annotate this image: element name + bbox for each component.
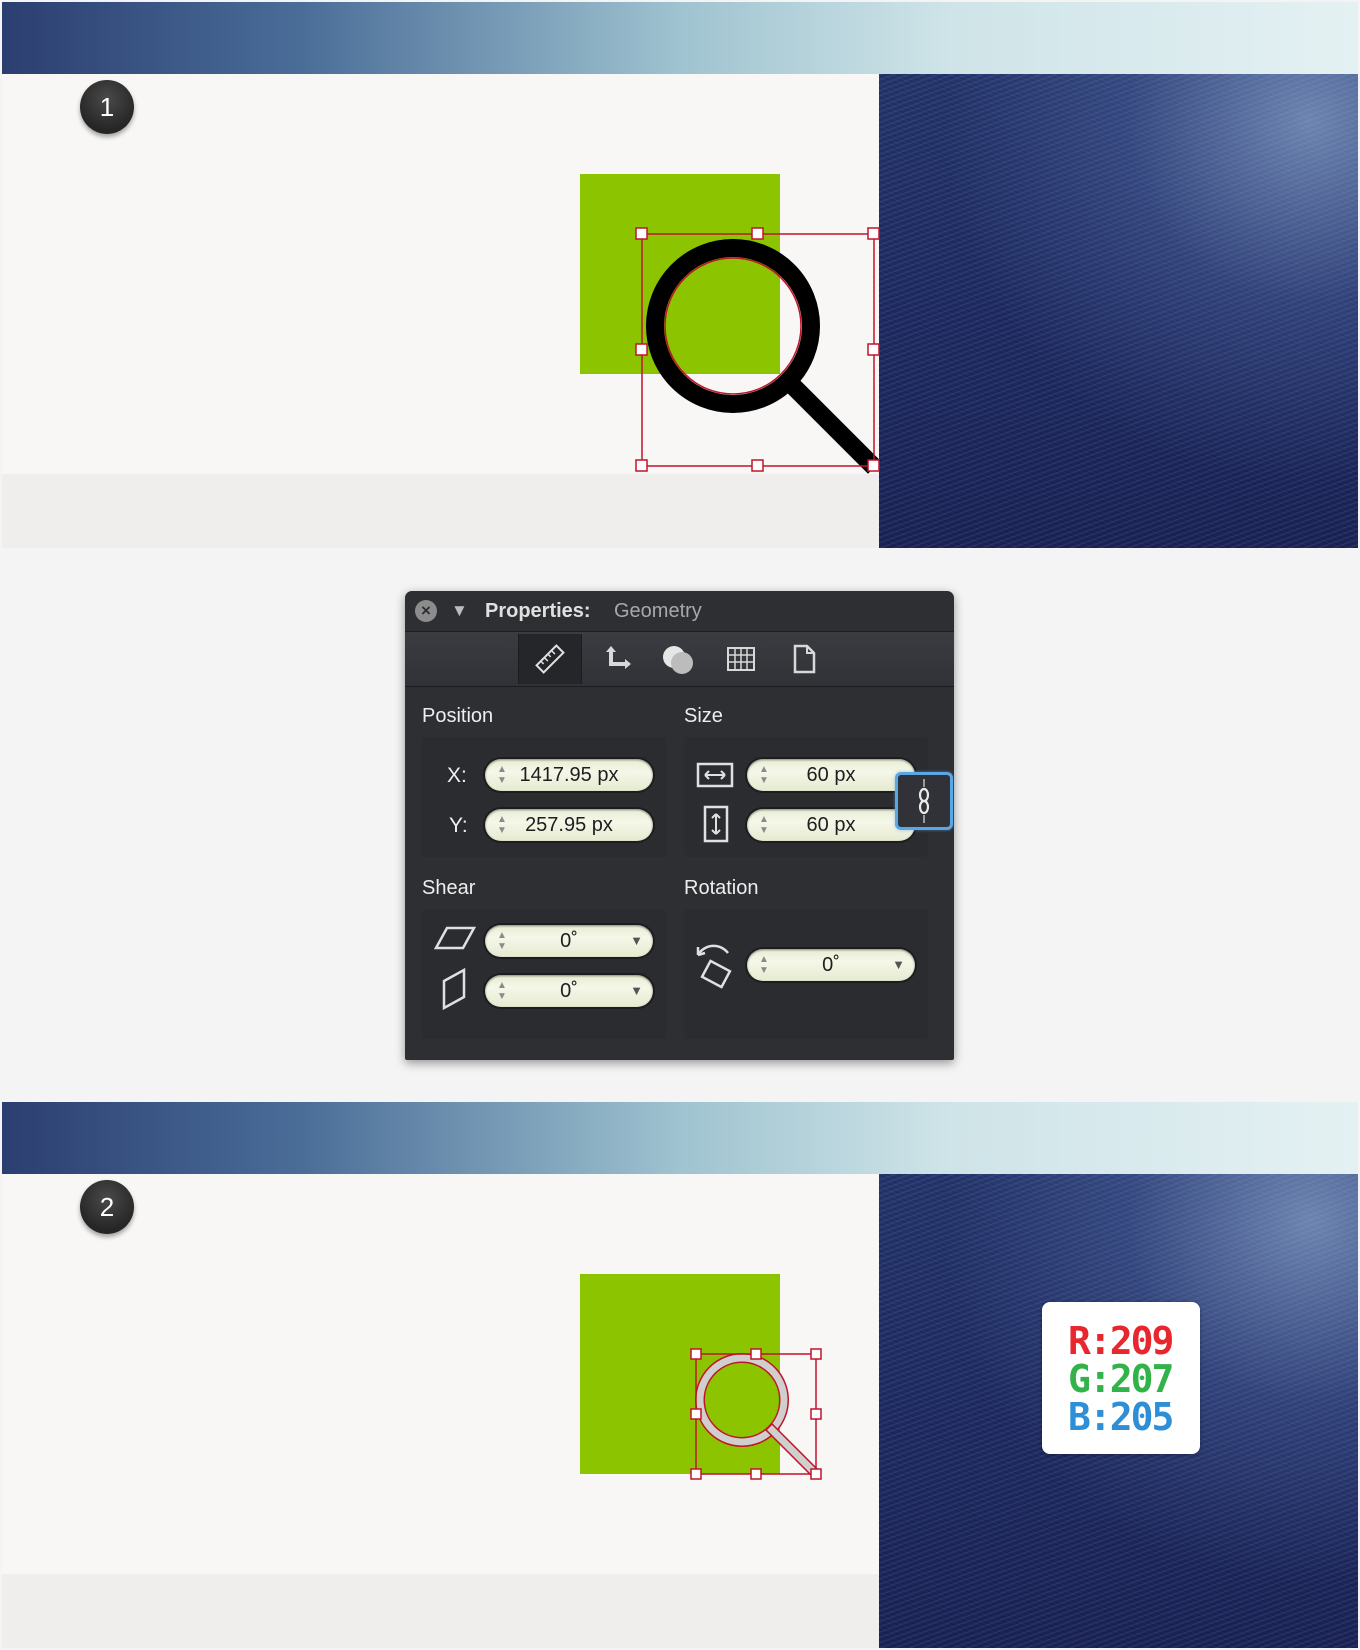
width-field[interactable]: ▲ ▼ 60 px bbox=[747, 759, 915, 791]
shear-label: Shear bbox=[422, 877, 476, 899]
vertical-shear-icon bbox=[442, 967, 466, 1011]
ruler-icon bbox=[535, 644, 565, 674]
close-icon[interactable]: × bbox=[415, 600, 437, 622]
x-label: X: bbox=[447, 764, 467, 787]
panel-subtitle: Geometry bbox=[614, 600, 702, 622]
tab-document[interactable] bbox=[773, 634, 835, 684]
panel-title: Properties: bbox=[485, 600, 591, 622]
step-1-canvas: 1 bbox=[2, 2, 1358, 548]
properties-panel: × ▼ Properties: Geometry Position X: ▲ ▼… bbox=[405, 591, 954, 1060]
panel-toolbar bbox=[405, 632, 954, 687]
dropdown-arrow-icon[interactable]: ▼ bbox=[892, 949, 905, 981]
tab-geometry[interactable] bbox=[518, 634, 582, 684]
blue-value: B:205 bbox=[1068, 1395, 1174, 1439]
step-2-canvas: 2 R:209 G:207 B:205 bbox=[2, 1102, 1358, 1648]
width-icon bbox=[696, 762, 734, 788]
height-icon bbox=[703, 805, 729, 843]
height-field[interactable]: ▲ ▼ 60 px bbox=[747, 809, 915, 841]
collapse-triangle-icon[interactable]: ▼ bbox=[451, 601, 468, 621]
size-label: Size bbox=[684, 705, 723, 727]
horizontal-shear-field[interactable]: ▲ ▼ 0˚ ▼ bbox=[485, 925, 653, 957]
magnifier-selection[interactable] bbox=[2, 2, 1358, 548]
tab-transform[interactable] bbox=[585, 634, 647, 684]
rotation-icon bbox=[696, 944, 732, 989]
green-value: G:207 bbox=[1068, 1357, 1174, 1401]
horizontal-shear-icon bbox=[433, 926, 477, 950]
rotation-field[interactable]: ▲ ▼ 0˚ ▼ bbox=[747, 949, 915, 981]
search-icon bbox=[646, 239, 881, 474]
constrain-proportions-toggle[interactable] bbox=[895, 772, 953, 830]
color-swatch-card: R:209 G:207 B:205 bbox=[1042, 1302, 1200, 1454]
page-icon bbox=[793, 644, 816, 674]
red-value: R:209 bbox=[1068, 1319, 1174, 1363]
y-position-field[interactable]: ▲ ▼ 257.95 px bbox=[485, 809, 653, 841]
y-label: Y: bbox=[449, 814, 468, 837]
chain-link-icon bbox=[918, 779, 930, 823]
dropdown-arrow-icon[interactable]: ▼ bbox=[630, 975, 643, 1007]
grid-icon bbox=[727, 647, 755, 671]
vertical-shear-field[interactable]: ▲ ▼ 0˚ ▼ bbox=[485, 975, 653, 1007]
rotation-label: Rotation bbox=[684, 877, 759, 899]
boolean-icon bbox=[663, 646, 693, 674]
x-position-field[interactable]: ▲ ▼ 1417.95 px bbox=[485, 759, 653, 791]
move-icon bbox=[606, 646, 631, 669]
search-icon bbox=[695, 1353, 820, 1478]
tab-grid[interactable] bbox=[710, 634, 772, 684]
position-label: Position bbox=[422, 705, 494, 727]
panel-header: × ▼ Properties: Geometry bbox=[405, 591, 954, 632]
dropdown-arrow-icon[interactable]: ▼ bbox=[630, 925, 643, 957]
tab-boolean[interactable] bbox=[647, 634, 709, 684]
